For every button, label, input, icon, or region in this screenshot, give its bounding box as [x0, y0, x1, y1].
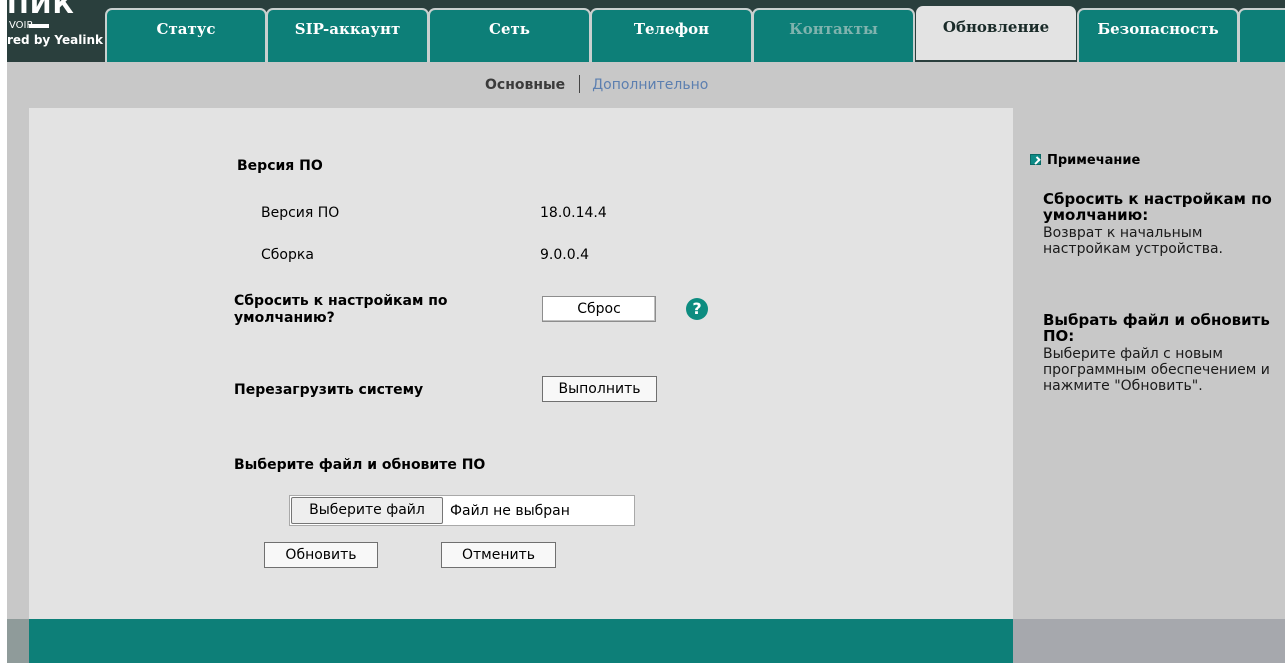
cancel-button[interactable]: Отменить: [441, 542, 556, 568]
build-value: 9.0.0.4: [540, 247, 589, 263]
note-reset-heading: Сбросить к настройкам по умолчанию:: [1043, 190, 1272, 224]
subnav-basic-link[interactable]: Основные: [485, 77, 565, 93]
sub-navigation: Основные Дополнительно: [7, 62, 1285, 108]
tab-more[interactable]: [1238, 8, 1285, 62]
note-upgrade-heading: Выбрать файл и обновить ПО:: [1043, 311, 1270, 345]
reboot-button[interactable]: Выполнить: [542, 376, 657, 402]
reset-label: Сбросить к настройкам по умолчанию?: [234, 293, 448, 327]
file-status: Файл не выбран: [450, 503, 570, 519]
footer-bar: [29, 619, 1013, 663]
update-button[interactable]: Обновить: [264, 542, 378, 568]
choose-file-button[interactable]: Выберите файл: [291, 497, 443, 524]
note-title-text: Примечание: [1047, 153, 1141, 168]
note-reset-text: Возврат к начальным настройкам устройств…: [1043, 225, 1224, 257]
reboot-label: Перезагрузить систему: [234, 382, 424, 398]
tab-network[interactable]: Сеть: [428, 8, 591, 62]
tab-security[interactable]: Безопасность: [1077, 8, 1239, 62]
tab-status[interactable]: Статус: [105, 8, 267, 62]
tab-sip-account[interactable]: SIP-аккаунт: [266, 8, 429, 62]
reset-button[interactable]: Сброс: [542, 296, 656, 322]
build-label: Сборка: [261, 247, 314, 263]
firmware-version-value: 18.0.14.4: [540, 205, 607, 221]
logo-bar: [29, 24, 49, 28]
note-arrow-icon: [1030, 154, 1041, 165]
logo: ПИК VOIP red by Yealink: [7, 0, 105, 62]
tab-contacts[interactable]: Контакты: [752, 8, 915, 62]
subnav-separator: [579, 75, 581, 93]
footer-right: [1013, 619, 1285, 663]
file-input[interactable]: Выберите файл Файл не выбран: [289, 495, 635, 526]
note-upgrade-text: Выберите файл с новым программным обеспе…: [1043, 346, 1270, 394]
left-strip: [7, 108, 29, 619]
logo-mark: ПИК: [7, 0, 75, 20]
firmware-version-label: Версия ПО: [261, 205, 340, 221]
logo-powered-by: red by Yealink: [7, 33, 103, 47]
tab-upgrade[interactable]: Обновление: [916, 6, 1076, 60]
tab-phone[interactable]: Телефон: [590, 8, 753, 62]
note-title: Примечание: [1030, 153, 1140, 168]
note-panel: Примечание Сбросить к настройкам по умол…: [1013, 108, 1285, 619]
help-icon[interactable]: ?: [686, 298, 708, 320]
reset-label-line2: умолчанию?: [234, 310, 335, 326]
subnav-advanced-link[interactable]: Дополнительно: [592, 77, 708, 93]
header: ПИК VOIP red by Yealink Статус SIP-аккау…: [7, 0, 1285, 62]
firmware-section-title: Версия ПО: [237, 158, 323, 174]
upgrade-section-title: Выберите файл и обновите ПО: [234, 457, 486, 473]
footer-left: [7, 619, 29, 663]
reset-label-line1: Сбросить к настройкам по: [234, 293, 448, 309]
